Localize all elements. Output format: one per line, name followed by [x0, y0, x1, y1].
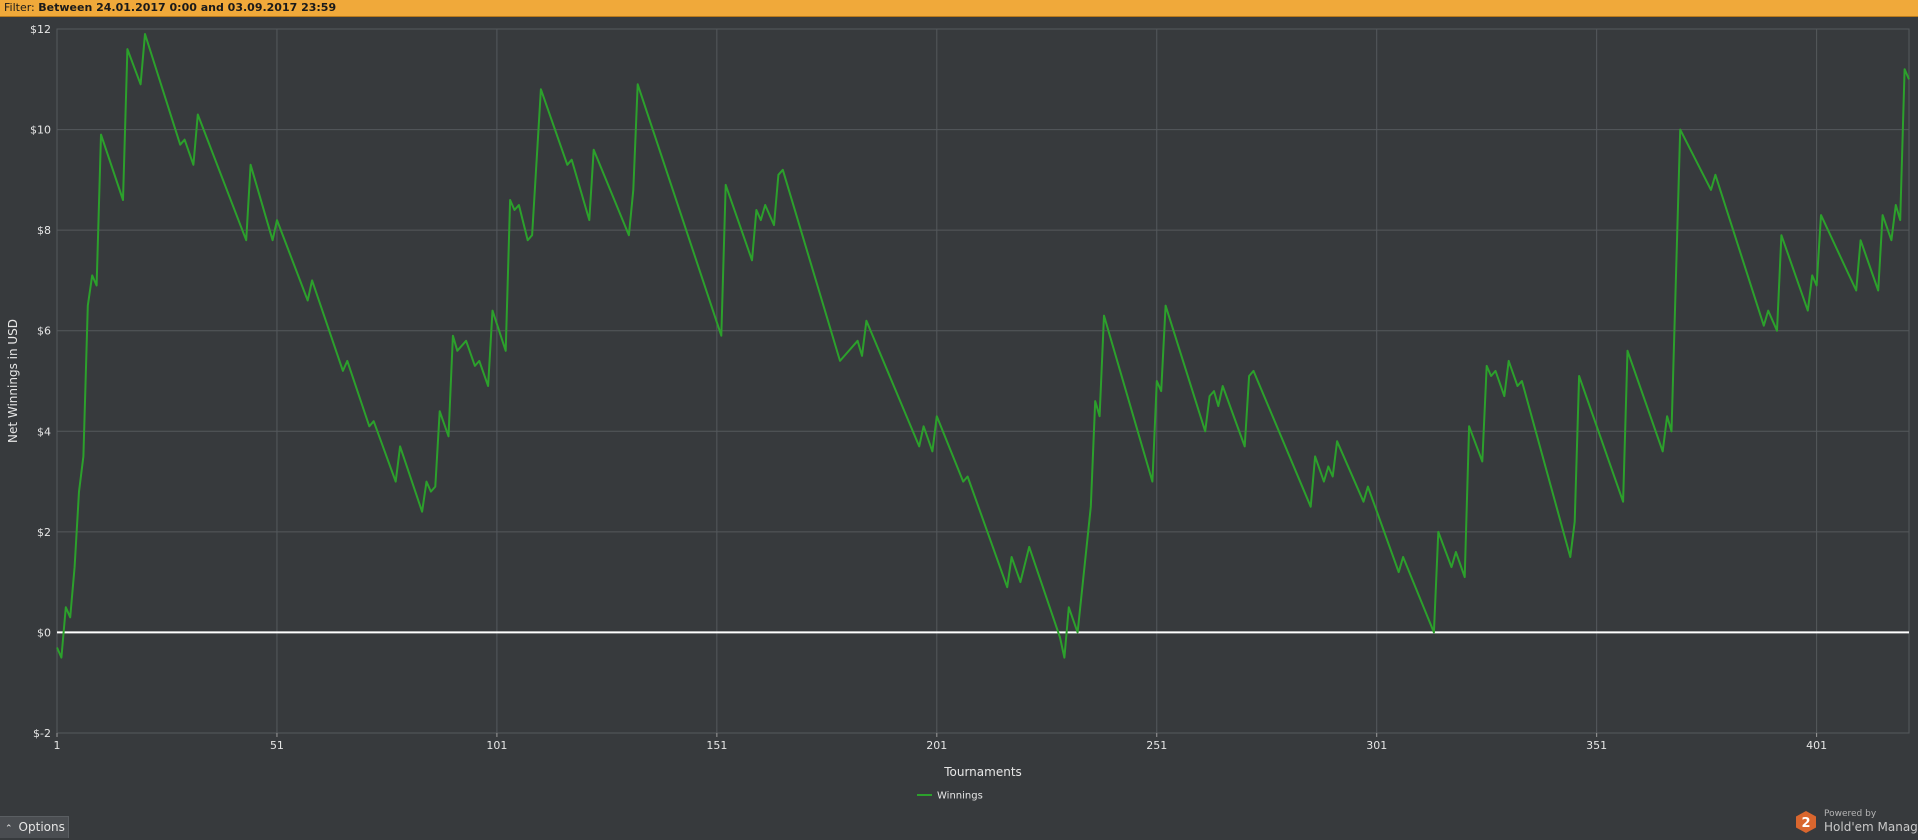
legend: Winnings: [917, 791, 983, 802]
y-tick-label: $10: [30, 124, 51, 137]
y-tick-label: $8: [37, 224, 51, 237]
y-tick-label: $0: [37, 626, 51, 639]
x-tick-label: 401: [1806, 739, 1827, 752]
x-tick-label: 201: [926, 739, 947, 752]
x-tick-label: 101: [486, 739, 507, 752]
y-tick-label: $-2: [33, 727, 51, 740]
winnings-chart: $-2$0$2$4$6$8$10$12 1 51 101 151 201 251 301 35…: [6, 23, 1910, 802]
hem-logo-icon: 2: [1796, 811, 1816, 833]
y-axis-title: Net Winnings in USD: [6, 319, 20, 443]
logo-text: 2: [1801, 816, 1810, 831]
x-axis-title: Tournaments: [943, 765, 1022, 779]
x-tick-label: 151: [706, 739, 727, 752]
y-tick-label: $2: [37, 526, 51, 539]
filter-prefix: Filter:: [4, 1, 35, 14]
chevron-up-icon: ⌃: [5, 824, 13, 834]
options-label: Options: [18, 820, 65, 834]
x-tick-label: 51: [270, 739, 284, 752]
y-tick-label: $12: [30, 23, 51, 36]
powered-by-text: Powered by: [1824, 809, 1877, 819]
x-tick-label: 1: [54, 739, 61, 752]
x-tick-label: 351: [1586, 739, 1607, 752]
filter-bar: Filter: Between 24.01.2017 0:00 and 03.0…: [0, 0, 1918, 17]
x-tick-label: 301: [1366, 739, 1387, 752]
plot-area: [56, 28, 1910, 734]
y-tick-label: $4: [37, 425, 51, 438]
legend-label-winnings: Winnings: [937, 791, 983, 802]
y-axis-ticks: $-2 $0 $2 $4 $6 $8 $10 $12: [30, 23, 51, 740]
brand-logo-area: 2 Powered by Hold'em Manager: [1790, 806, 1918, 838]
x-tick-label: 251: [1146, 739, 1167, 752]
options-button[interactable]: ⌃ Options: [0, 816, 69, 838]
filter-value: Between 24.01.2017 0:00 and 03.09.2017 2…: [38, 1, 337, 14]
x-axis-ticks: 1 51 101 151 201 251 301 351 401: [54, 733, 1827, 752]
product-name: Hold'em Manager: [1824, 820, 1918, 834]
y-tick-label: $6: [37, 325, 51, 338]
